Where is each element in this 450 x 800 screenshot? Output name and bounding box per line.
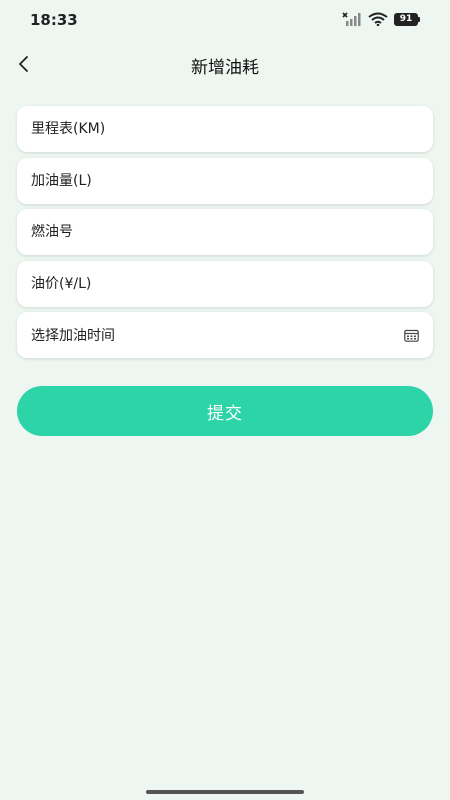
- mileage-field-card: [17, 106, 433, 152]
- calendar-icon: [404, 329, 419, 342]
- fuel-grade-field-card: [17, 209, 433, 255]
- page-title: 新增油耗: [191, 58, 259, 78]
- submit-button[interactable]: 提交: [17, 386, 433, 436]
- home-indicator[interactable]: [146, 790, 304, 794]
- fuel-grade-input[interactable]: [17, 209, 433, 255]
- battery-tip: [418, 16, 420, 22]
- status-bar: 18:33 91: [0, 0, 450, 40]
- mileage-input[interactable]: [17, 106, 433, 152]
- signal-icon: [342, 12, 361, 26]
- status-time: 18:33: [30, 11, 78, 29]
- fuel-price-input[interactable]: [17, 260, 433, 307]
- fuel-form: 选择加油时间: [17, 106, 433, 364]
- refuel-time-picker[interactable]: 选择加油时间: [17, 312, 433, 358]
- refuel-time-label: 选择加油时间: [31, 328, 115, 344]
- fuel-price-field-card: [17, 260, 433, 307]
- fuel-amount-input[interactable]: [17, 157, 433, 204]
- status-icons: 91: [342, 12, 420, 26]
- battery-icon: 91: [394, 12, 420, 26]
- wifi-icon: [368, 12, 388, 26]
- fuel-amount-field-card: [17, 157, 433, 204]
- nav-bar: 新增油耗: [0, 44, 450, 84]
- battery-level: 91: [394, 12, 418, 26]
